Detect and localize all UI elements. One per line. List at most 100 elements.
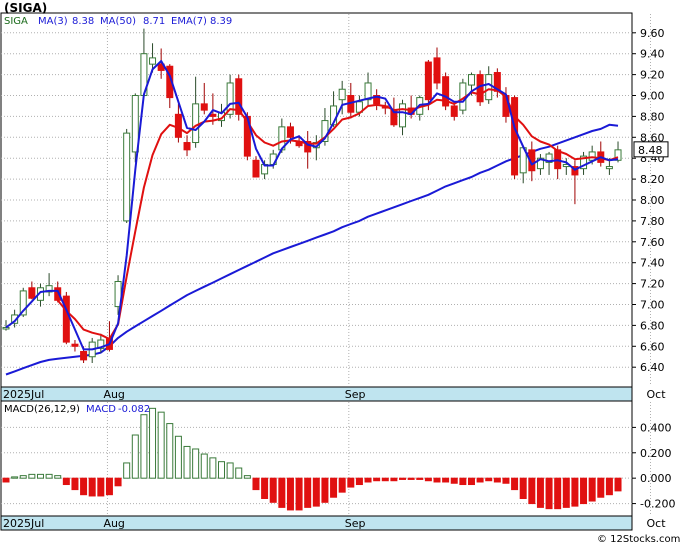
candle-body	[80, 351, 88, 361]
candle-body	[71, 343, 79, 347]
macd-bar	[45, 473, 53, 479]
legend-ticker: SIGA	[4, 16, 28, 27]
macd-bar	[442, 477, 450, 483]
macd-bar	[554, 477, 562, 510]
legend-ma3-name: MA(3)	[38, 16, 68, 27]
candle	[62, 291, 70, 345]
price-tick-label: 7.40	[640, 257, 665, 270]
macd-bar	[519, 477, 527, 499]
macd-bar	[450, 477, 458, 484]
macd-bar	[295, 477, 303, 511]
price-date-strip	[0, 386, 633, 402]
macd-axis-ticks: -0.200 0.000 0.200 0.400	[632, 421, 675, 511]
macd-bar	[71, 477, 79, 491]
macd-bar	[183, 445, 191, 479]
macd-bar	[192, 448, 200, 479]
macd-bar	[467, 477, 475, 486]
macd-bar	[571, 477, 579, 507]
candle-body	[467, 74, 475, 86]
price-tick-label: 6.80	[640, 319, 665, 332]
candle-body	[174, 113, 182, 138]
macd-bar	[209, 457, 217, 479]
macd-bar	[381, 477, 389, 482]
macd-bar	[545, 477, 553, 510]
price-tick-label: 9.20	[640, 69, 665, 82]
macd-bar	[218, 461, 225, 479]
candle	[511, 95, 519, 180]
macd-bar	[364, 477, 372, 483]
macd-bar	[407, 477, 415, 480]
macd-bar	[19, 475, 27, 479]
watermark: © 12Stocks.com	[597, 534, 680, 545]
price-tick-label: 6.60	[640, 340, 665, 353]
price-legend: SIGA MA(3) 8.38 MA(50) 8.71 EMA(7) 8.39	[4, 16, 232, 27]
macd-bar	[174, 435, 182, 479]
macd-date-label: 2025Jul	[3, 517, 44, 530]
last-price-label: 8.48	[638, 144, 663, 157]
macd-bar	[502, 477, 510, 484]
macd-bar	[269, 477, 277, 503]
candle	[123, 128, 131, 223]
macd-bar	[11, 476, 19, 479]
legend-ema7-name: EMA(7)	[171, 16, 207, 27]
price-tick-label: 9.00	[640, 90, 665, 103]
candle-body	[2, 326, 10, 330]
candle-body	[149, 57, 157, 65]
macd-bar	[261, 477, 269, 499]
price-tick-label: 7.60	[640, 236, 665, 249]
price-tick-label: 7.20	[640, 278, 665, 291]
price-tick-label: 9.60	[640, 27, 665, 40]
macd-bar	[511, 477, 519, 491]
candle-body	[183, 142, 191, 151]
macd-bar	[355, 477, 363, 486]
macd-bar	[200, 453, 208, 479]
candle-body	[338, 88, 346, 101]
candle-body	[588, 151, 596, 161]
macd-legend-value: -0.082	[118, 404, 150, 415]
macd-bar	[252, 477, 260, 491]
candle	[442, 72, 450, 111]
macd-bar	[562, 477, 570, 508]
macd-bar	[330, 477, 338, 498]
macd-date-strip	[0, 515, 633, 531]
candle-body	[485, 74, 493, 101]
price-date-label: 2025Jul	[3, 388, 44, 401]
candle-body	[450, 105, 458, 117]
macd-bar	[54, 475, 62, 479]
macd-bar	[105, 477, 113, 496]
chart-title: (SIGA)	[4, 1, 47, 15]
stock-chart: 6.40 6.60 6.80 7.00 7.20 7.40 7.60 7.80 8.00 8.20…	[0, 1, 680, 545]
price-tick-label: 7.00	[640, 298, 665, 311]
candle-body	[209, 113, 217, 117]
macd-bar	[588, 477, 596, 502]
candle-body	[286, 126, 294, 138]
macd-date-label: Oct	[647, 517, 667, 530]
legend-ema7-value: 8.39	[210, 16, 232, 27]
macd-bar	[286, 477, 294, 511]
price-date-label: Aug	[103, 388, 124, 401]
macd-bar	[416, 477, 424, 480]
candle-body	[433, 57, 441, 84]
macd-bar	[28, 473, 36, 479]
macd-bar	[614, 477, 622, 492]
macd-bar	[157, 411, 165, 479]
macd-bar	[88, 477, 96, 497]
price-tick-label: 9.40	[640, 48, 665, 61]
macd-bar	[528, 477, 536, 505]
macd-bar	[166, 423, 174, 479]
macd-title: MACD(26,12,9)	[4, 404, 80, 415]
candle-body	[28, 287, 36, 299]
macd-bar	[580, 477, 588, 505]
macd-bar	[476, 477, 484, 483]
macd-bar	[485, 477, 493, 482]
macd-bar	[338, 477, 346, 493]
macd-bar	[597, 477, 605, 498]
macd-bar	[312, 477, 320, 507]
macd-bar	[433, 477, 441, 483]
macd-bar	[226, 462, 234, 479]
macd-bar	[278, 477, 286, 508]
price-tick-label: 7.80	[640, 215, 665, 228]
macd-bar	[62, 477, 70, 486]
macd-bar	[605, 477, 613, 496]
macd-bar	[80, 477, 88, 496]
